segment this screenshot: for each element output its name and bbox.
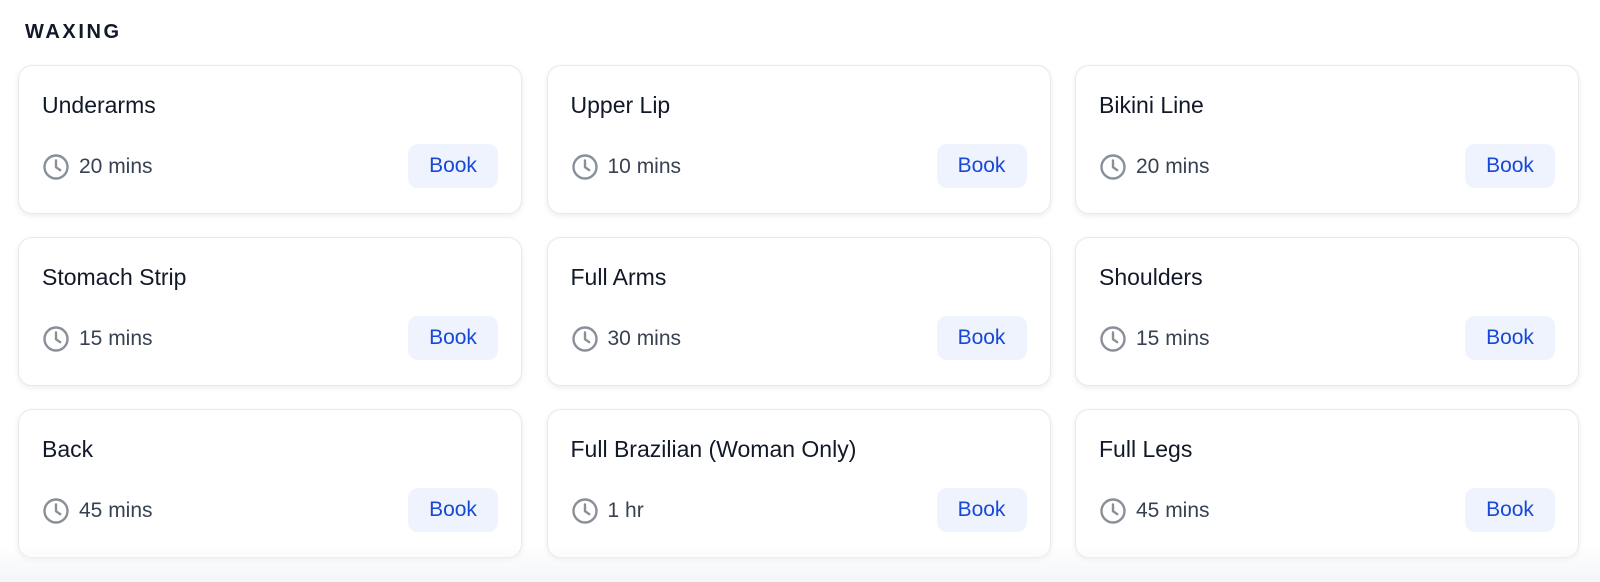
- duration-text: 30 mins: [607, 327, 682, 350]
- service-duration: 45 mins: [42, 497, 153, 525]
- book-shoulders-button[interactable]: Book: [1465, 316, 1555, 360]
- service-duration: 20 mins: [1099, 153, 1210, 181]
- clock-icon: [571, 325, 599, 353]
- duration-text: 1 hr: [607, 499, 644, 522]
- service-duration: 30 mins: [571, 325, 682, 353]
- duration-text: 45 mins: [79, 499, 153, 522]
- section-title: WAXING: [25, 21, 122, 43]
- service-card-shoulders: Shoulders 15 mins Book: [1075, 237, 1579, 386]
- duration-text: 10 mins: [607, 155, 682, 178]
- service-name: Full Arms: [570, 264, 667, 290]
- service-card-bikini-line: Bikini Line 20 mins Book: [1075, 65, 1579, 214]
- duration-text: 15 mins: [79, 327, 153, 350]
- service-card-underarms: Underarms 20 mins Book: [18, 65, 522, 214]
- clock-icon: [42, 153, 70, 181]
- service-duration: 1 hr: [571, 497, 644, 525]
- service-card-full-legs: Full Legs 45 mins Book: [1075, 409, 1579, 558]
- book-back-button[interactable]: Book: [408, 488, 498, 532]
- clock-icon: [1099, 497, 1127, 525]
- duration-text: 45 mins: [1136, 499, 1210, 522]
- service-name: Full Brazilian (Woman Only): [570, 436, 857, 462]
- book-full-brazilian-button[interactable]: Book: [936, 488, 1027, 532]
- service-name: Underarms: [42, 92, 156, 118]
- book-stomach-strip-button[interactable]: Book: [408, 316, 498, 360]
- service-card-stomach-strip: Stomach Strip 15 mins Book: [18, 237, 522, 386]
- clock-icon: [571, 153, 599, 181]
- duration-text: 15 mins: [1136, 327, 1210, 350]
- service-card-full-arms: Full Arms 30 mins Book: [546, 237, 1051, 386]
- duration-text: 20 mins: [79, 155, 153, 178]
- waxing-services-page: WAXING Underarms 20 mins Book Upper Lip: [0, 0, 1600, 582]
- service-name: Upper Lip: [570, 92, 671, 118]
- clock-icon: [42, 497, 70, 525]
- service-duration: 45 mins: [1099, 497, 1210, 525]
- service-name: Shoulders: [1099, 264, 1203, 290]
- clock-icon: [571, 497, 599, 525]
- clock-icon: [42, 325, 70, 353]
- book-full-legs-button[interactable]: Book: [1465, 488, 1555, 532]
- service-name: Stomach Strip: [42, 264, 187, 290]
- service-name: Full Legs: [1099, 436, 1193, 462]
- service-card-upper-lip: Upper Lip 10 mins Book: [546, 65, 1051, 214]
- book-underarms-button[interactable]: Book: [408, 144, 498, 188]
- clock-icon: [1099, 325, 1127, 353]
- service-duration: 10 mins: [571, 153, 682, 181]
- service-duration: 15 mins: [42, 325, 153, 353]
- service-name: Bikini Line: [1099, 92, 1204, 118]
- book-full-arms-button[interactable]: Book: [936, 316, 1027, 360]
- book-upper-lip-button[interactable]: Book: [936, 144, 1027, 188]
- service-duration: 15 mins: [1099, 325, 1210, 353]
- service-name: Back: [42, 436, 94, 462]
- duration-text: 20 mins: [1136, 155, 1210, 178]
- book-bikini-line-button[interactable]: Book: [1465, 144, 1555, 188]
- clock-icon: [1099, 153, 1127, 181]
- service-card-full-brazilian: Full Brazilian (Woman Only) 1 hr Book: [546, 409, 1051, 558]
- services-grid: Underarms 20 mins Book Upper Lip 10 mins…: [18, 65, 1579, 558]
- service-duration: 20 mins: [42, 153, 153, 181]
- service-card-back: Back 45 mins Book: [18, 409, 522, 558]
